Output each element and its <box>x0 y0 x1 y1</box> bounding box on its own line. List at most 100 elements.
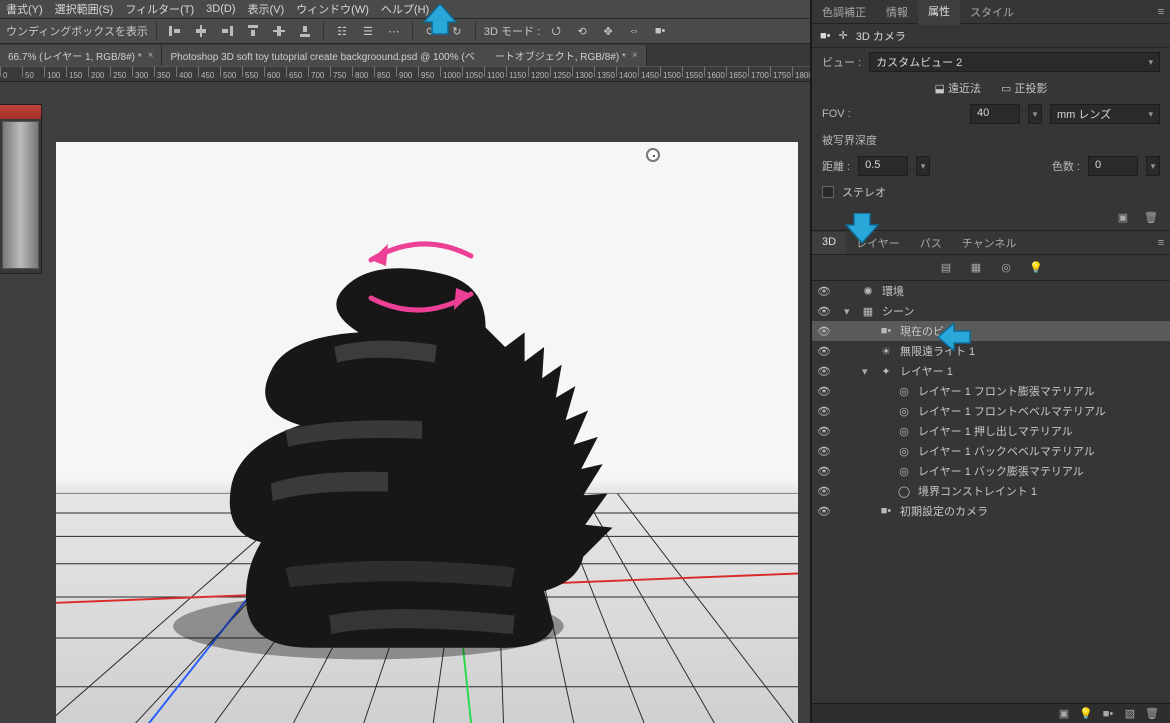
visibility-eye-icon[interactable]: 👁 <box>816 285 832 298</box>
visibility-eye-icon[interactable]: 👁 <box>816 465 832 478</box>
fov-unit-select[interactable]: mm レンズ▾ <box>1050 104 1160 124</box>
align-top-icon[interactable] <box>243 21 263 41</box>
orbit-icon[interactable]: ⭯ <box>546 21 566 41</box>
visibility-eye-icon[interactable]: 👁 <box>816 305 832 318</box>
perspective-icon[interactable]: ⬓ 遠近法 <box>935 80 981 96</box>
right-panels: 色調補正 情報 属性 スタイル ≡ ■• ✛ 3D カメラ ビュー : カスタム… <box>810 0 1170 723</box>
colors-stepper[interactable]: ▾ <box>1146 156 1160 176</box>
menu-window[interactable]: ウィンドウ(W) <box>296 1 369 17</box>
tab-color-correction[interactable]: 色調補正 <box>812 0 876 24</box>
render-icon[interactable]: ▣ <box>1056 706 1072 722</box>
tree-item[interactable]: 👁✺環境 <box>812 281 1170 301</box>
visibility-eye-icon[interactable]: 👁 <box>816 385 832 398</box>
menu-select[interactable]: 選択範囲(S) <box>55 1 114 17</box>
distribute-icon[interactable]: ☷ <box>332 21 352 41</box>
tree-item[interactable]: 👁■•初期設定のカメラ <box>812 501 1170 521</box>
visibility-eye-icon[interactable]: 👁 <box>816 405 832 418</box>
3d-viewport[interactable] <box>56 142 798 723</box>
tree-item-label: 現在のビュー <box>900 323 966 339</box>
distribute3-icon[interactable]: ⋯ <box>384 21 404 41</box>
document-tab-2[interactable]: Photoshop 3D soft toy tutoprial create b… <box>162 45 646 66</box>
roll-icon[interactable]: ⟲ <box>572 21 592 41</box>
visibility-eye-icon[interactable]: 👁 <box>816 345 832 358</box>
trash-icon[interactable]: 🗑 <box>1144 706 1160 722</box>
slide-icon[interactable]: ⇔ <box>624 21 644 41</box>
filter-material-icon[interactable]: ◎ <box>997 259 1015 277</box>
menu-bar: 書式(Y) 選択範囲(S) フィルター(T) 3D(D) 表示(V) ウィンドウ… <box>0 0 810 18</box>
close-icon[interactable]: × <box>632 50 638 61</box>
stereo-checkbox[interactable] <box>822 186 834 198</box>
tree-item[interactable]: 👁■•現在のビュー <box>812 321 1170 341</box>
tab-channels[interactable]: チャンネル <box>952 231 1027 255</box>
tree-item[interactable]: 👁▾✦レイヤー 1 <box>812 361 1170 381</box>
3d-scene-tree[interactable]: 👁✺環境👁▾▦シーン👁■•現在のビュー👁☀無限遠ライト 1👁▾✦レイヤー 1👁◎… <box>812 281 1170 703</box>
tree-item-type-icon: ◎ <box>896 465 912 478</box>
tree-item-label: レイヤー 1 <box>900 363 953 379</box>
colors-label: 色数 : <box>1052 158 1080 174</box>
visibility-eye-icon[interactable]: 👁 <box>816 425 832 438</box>
panel-menu-icon[interactable]: ≡ <box>1152 234 1170 252</box>
tab-style[interactable]: スタイル <box>960 0 1024 24</box>
menu-help[interactable]: ヘルプ(H) <box>381 1 429 17</box>
document-tab-1[interactable]: 66.7% (レイヤー 1, RGB/8#) *× <box>0 45 162 66</box>
tree-item[interactable]: 👁◎レイヤー 1 押し出しマテリアル <box>812 421 1170 441</box>
canvas-area[interactable] <box>0 82 810 723</box>
filter-scene-icon[interactable]: ▤ <box>937 259 955 277</box>
orthographic-icon[interactable]: ▭ 正投影 <box>1001 80 1047 96</box>
tree-item[interactable]: 👁◎レイヤー 1 フロント膨張マテリアル <box>812 381 1170 401</box>
align-hcenter-icon[interactable] <box>191 21 211 41</box>
twisty-icon[interactable]: ▾ <box>862 365 872 378</box>
tab-paths[interactable]: パス <box>910 231 952 255</box>
visibility-eye-icon[interactable]: 👁 <box>816 485 832 498</box>
tree-item[interactable]: 👁▾▦シーン <box>812 301 1170 321</box>
trash-icon[interactable]: 🗑 <box>1142 208 1160 226</box>
tool-3d-icon[interactable]: ⟳ <box>421 21 441 41</box>
tab-layers[interactable]: レイヤー <box>846 231 910 255</box>
visibility-eye-icon[interactable]: 👁 <box>816 505 832 518</box>
panel-tabs-top: 色調補正 情報 属性 スタイル ≡ <box>812 0 1170 24</box>
secondary-view-panel[interactable] <box>0 104 42 274</box>
filter-mesh-icon[interactable]: ▦ <box>967 259 985 277</box>
light-icon[interactable]: 💡 <box>1078 706 1094 722</box>
tool-3d2-icon[interactable]: ↻ <box>447 21 467 41</box>
align-bottom-icon[interactable] <box>295 21 315 41</box>
zoom-icon[interactable]: ■• <box>650 21 670 41</box>
tree-item[interactable]: 👁◎レイヤー 1 バック膨張マテリアル <box>812 461 1170 481</box>
visibility-eye-icon[interactable]: 👁 <box>816 325 832 338</box>
camera-icon: ■• <box>820 30 831 42</box>
tree-item[interactable]: 👁☀無限遠ライト 1 <box>812 341 1170 361</box>
view-select[interactable]: カスタムビュー 2▾ <box>869 52 1160 72</box>
fov-input[interactable]: 40 <box>970 104 1020 124</box>
distance-input[interactable]: 0.5 <box>858 156 908 176</box>
panel-menu-icon[interactable]: ≡ <box>1152 3 1170 21</box>
distance-stepper[interactable]: ▾ <box>916 156 930 176</box>
tab-3d[interactable]: 3D <box>812 232 846 254</box>
align-right-icon[interactable] <box>217 21 237 41</box>
tab-properties[interactable]: 属性 <box>918 0 960 25</box>
tree-item[interactable]: 👁◯境界コンストレイント 1 <box>812 481 1170 501</box>
panel-tabs-3d: 3D レイヤー パス チャンネル ≡ <box>812 231 1170 255</box>
close-icon[interactable]: × <box>148 50 154 61</box>
tree-item[interactable]: 👁◎レイヤー 1 フロントベベルマテリアル <box>812 401 1170 421</box>
filter-light-icon[interactable]: 💡 <box>1027 259 1045 277</box>
camera-icon[interactable]: ■• <box>1100 706 1116 722</box>
tab-info[interactable]: 情報 <box>876 0 918 24</box>
twisty-icon[interactable]: ▾ <box>844 305 854 318</box>
tree-item[interactable]: 👁◎レイヤー 1 バックベベルマテリアル <box>812 441 1170 461</box>
menu-view[interactable]: 表示(V) <box>248 1 285 17</box>
tree-item-type-icon: ◎ <box>896 405 912 418</box>
menu-filter[interactable]: フィルター(T) <box>125 1 194 17</box>
render-settings-icon[interactable]: ▣ <box>1114 208 1132 226</box>
menu-3d[interactable]: 3D(D) <box>206 3 235 15</box>
menu-format[interactable]: 書式(Y) <box>6 1 43 17</box>
distribute2-icon[interactable]: ☰ <box>358 21 378 41</box>
properties-header: ■• ✛ 3D カメラ <box>812 24 1170 48</box>
fov-stepper[interactable]: ▾ <box>1028 104 1042 124</box>
visibility-eye-icon[interactable]: 👁 <box>816 445 832 458</box>
pan-icon[interactable]: ✥ <box>598 21 618 41</box>
align-vcenter-icon[interactable] <box>269 21 289 41</box>
align-left-icon[interactable] <box>165 21 185 41</box>
new-icon[interactable]: ▧ <box>1122 706 1138 722</box>
visibility-eye-icon[interactable]: 👁 <box>816 365 832 378</box>
colors-input[interactable]: 0 <box>1088 156 1138 176</box>
